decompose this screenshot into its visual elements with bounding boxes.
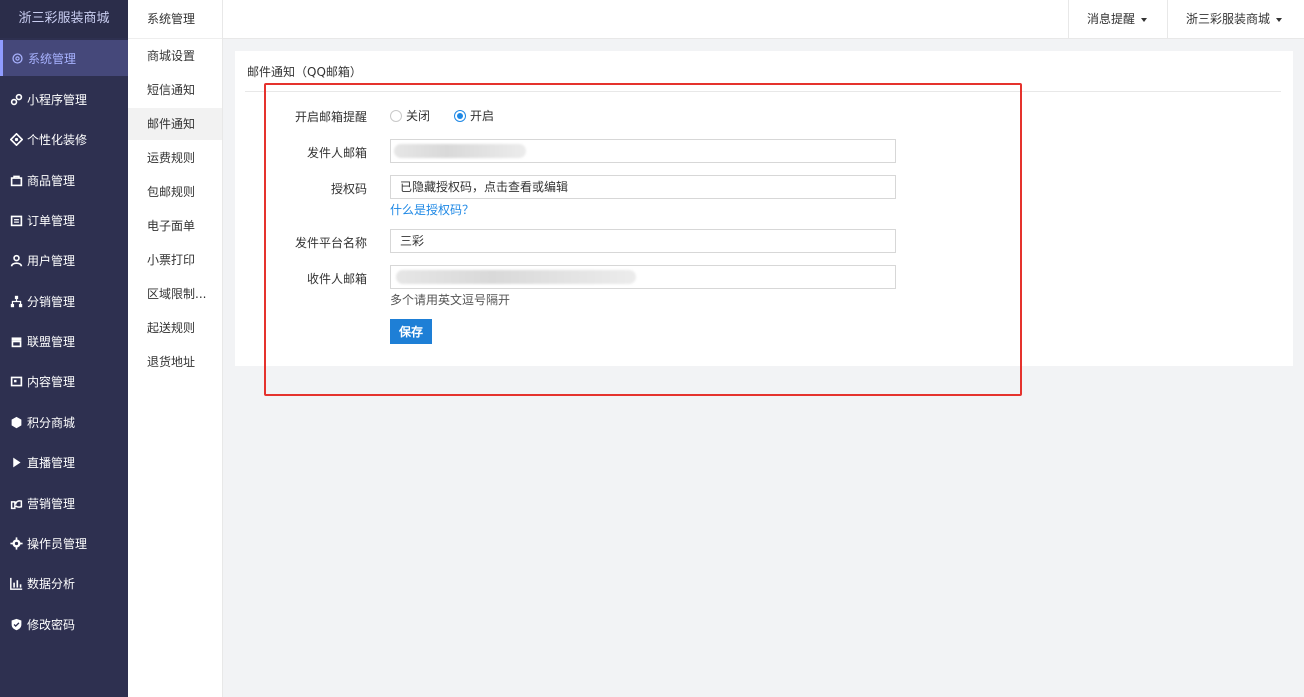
sidebar-item-decoration[interactable]: 个性化装修 xyxy=(0,121,128,157)
sidebar-item-label: 分销管理 xyxy=(27,294,76,309)
play-icon xyxy=(10,456,23,469)
submenu-item-waybill[interactable]: 电子面单 xyxy=(128,210,222,242)
sidebar-item-label: 数据分析 xyxy=(27,576,76,591)
sidebar-item-label: 内容管理 xyxy=(27,374,76,389)
sidebar-item-distribution[interactable]: 分销管理 xyxy=(0,283,128,319)
sidebar-item-label: 营销管理 xyxy=(27,496,76,511)
newspaper-icon xyxy=(10,375,23,388)
submenu-title: 系统管理 xyxy=(128,0,222,39)
cube-icon xyxy=(10,416,23,429)
gear-icon xyxy=(11,52,24,65)
sidebar-item-alliance[interactable]: 联盟管理 xyxy=(0,323,128,359)
submenu-item-sms[interactable]: 短信通知 xyxy=(128,74,222,106)
cog-icon xyxy=(10,536,23,550)
caret-down-icon xyxy=(1276,17,1283,22)
handshake-icon xyxy=(10,497,23,510)
bag-icon xyxy=(10,174,23,187)
sidebar: 浙三彩服装商城 系统管理 小程序管理 个性化装修 商品管理 订单管理 用户管理 … xyxy=(0,0,128,697)
submenu-item-mall-settings[interactable]: 商城设置 xyxy=(128,40,222,72)
sidebar-item-label: 个性化装修 xyxy=(27,132,88,147)
store-icon xyxy=(10,335,23,348)
diamond-icon xyxy=(10,132,23,146)
submenu-item-return-address[interactable]: 退货地址 xyxy=(128,346,222,378)
sidebar-item-products[interactable]: 商品管理 xyxy=(0,162,128,198)
account-label: 浙三彩服装商城 xyxy=(1186,12,1271,26)
link-icon xyxy=(10,93,23,106)
submenu-item-free-shipping[interactable]: 包邮规则 xyxy=(128,176,222,208)
submenu-item-region-limit[interactable]: 区域限制... xyxy=(128,278,222,310)
account-menu[interactable]: 浙三彩服装商城 xyxy=(1167,0,1304,39)
user-icon xyxy=(10,254,23,267)
sidebar-item-miniprogram[interactable]: 小程序管理 xyxy=(0,81,128,117)
sidebar-item-points-mall[interactable]: 积分商城 xyxy=(0,404,128,440)
sidebar-item-label: 积分商城 xyxy=(27,415,76,430)
highlight-box xyxy=(264,83,1022,396)
notifications-label: 消息提醒 xyxy=(1087,12,1136,26)
sidebar-item-label: 商品管理 xyxy=(27,173,76,188)
top-bar: 消息提醒 浙三彩服装商城 xyxy=(223,0,1304,39)
submenu-item-receipt-print[interactable]: 小票打印 xyxy=(128,244,222,276)
submenu-item-shipping-rules[interactable]: 运费规则 xyxy=(128,142,222,174)
sidebar-item-analytics[interactable]: 数据分析 xyxy=(0,565,128,601)
sidebar-item-label: 小程序管理 xyxy=(27,92,88,107)
submenu-item-email[interactable]: 邮件通知 xyxy=(128,108,222,140)
sidebar-item-label: 用户管理 xyxy=(27,253,76,268)
sidebar-item-users[interactable]: 用户管理 xyxy=(0,242,128,278)
sidebar-item-label: 系统管理 xyxy=(28,51,77,66)
bar-chart-icon xyxy=(10,577,23,590)
panel-title: 邮件通知（QQ邮箱） xyxy=(247,65,362,79)
sidebar-item-marketing[interactable]: 营销管理 xyxy=(0,485,128,521)
sidebar-item-label: 联盟管理 xyxy=(27,334,76,349)
sidebar-item-label: 订单管理 xyxy=(27,213,76,228)
sidebar-item-content[interactable]: 内容管理 xyxy=(0,363,128,399)
sidebar-item-operators[interactable]: 操作员管理 xyxy=(0,525,128,561)
sidebar-item-label: 修改密码 xyxy=(27,617,76,632)
sidebar-item-system[interactable]: 系统管理 xyxy=(0,40,128,76)
shield-icon xyxy=(10,618,23,631)
sidebar-item-label: 直播管理 xyxy=(27,455,76,470)
sidebar-item-label: 操作员管理 xyxy=(27,536,88,551)
calendar-icon xyxy=(10,214,23,227)
sitemap-icon xyxy=(10,295,23,308)
caret-down-icon xyxy=(1141,17,1148,22)
sidebar-item-orders[interactable]: 订单管理 xyxy=(0,202,128,238)
notifications-menu[interactable]: 消息提醒 xyxy=(1068,0,1165,39)
submenu-item-min-order[interactable]: 起送规则 xyxy=(128,312,222,344)
brand-logo[interactable]: 浙三彩服装商城 xyxy=(0,0,128,38)
sidebar-item-password[interactable]: 修改密码 xyxy=(0,606,128,642)
submenu: 系统管理 商城设置 短信通知 邮件通知 运费规则 包邮规则 电子面单 小票打印 … xyxy=(128,0,223,697)
sidebar-item-live[interactable]: 直播管理 xyxy=(0,444,128,480)
